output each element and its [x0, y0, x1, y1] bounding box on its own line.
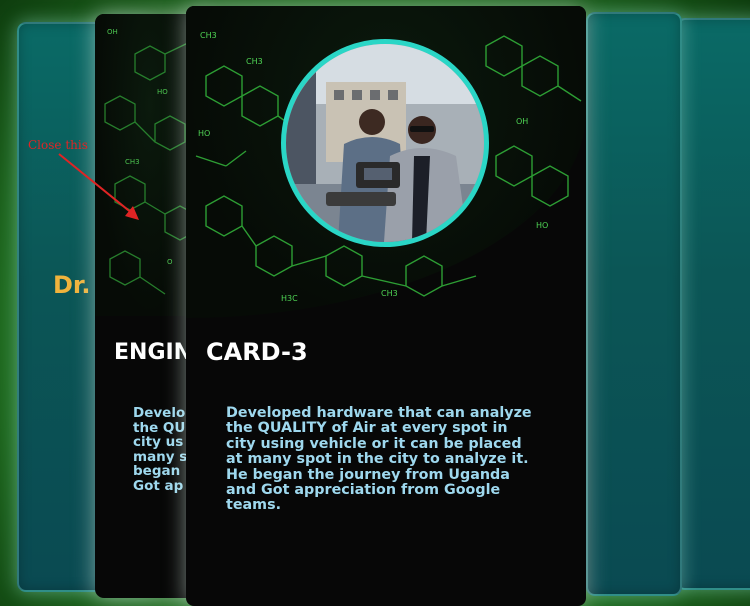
svg-text:OH: OH [107, 28, 118, 36]
svg-text:CH3: CH3 [200, 31, 217, 40]
card-title: CARD-3 [206, 338, 308, 366]
card-name-fragment: Dr. [53, 271, 91, 299]
svg-text:HO: HO [157, 88, 168, 96]
profile-photo [281, 39, 489, 247]
engineers-drone-photo [286, 44, 484, 242]
carousel-card-right-2[interactable] [676, 18, 750, 590]
svg-text:O: O [167, 258, 173, 266]
svg-text:CH3: CH3 [381, 289, 398, 298]
carousel-card-front[interactable]: CH3 CH3 HO OH HO H3C CH3 CARD-3 Develope… [186, 6, 586, 606]
svg-text:OH: OH [516, 117, 528, 126]
svg-text:H3C: H3C [281, 294, 298, 303]
card-carousel: Dr. OH HO CH3 O ENGIN Develo the QU city… [0, 0, 750, 606]
carousel-card-right-1[interactable] [586, 12, 682, 596]
back-card-description: Develo the QU city us many s began Got a… [133, 405, 188, 494]
hint-arrow-icon [58, 153, 139, 220]
svg-text:CH3: CH3 [246, 57, 263, 66]
card-description: Developed hardware that can analyze the … [226, 405, 532, 514]
back-card-title: ENGIN [114, 340, 193, 365]
svg-text:HO: HO [198, 129, 210, 138]
svg-text:HO: HO [536, 221, 548, 230]
